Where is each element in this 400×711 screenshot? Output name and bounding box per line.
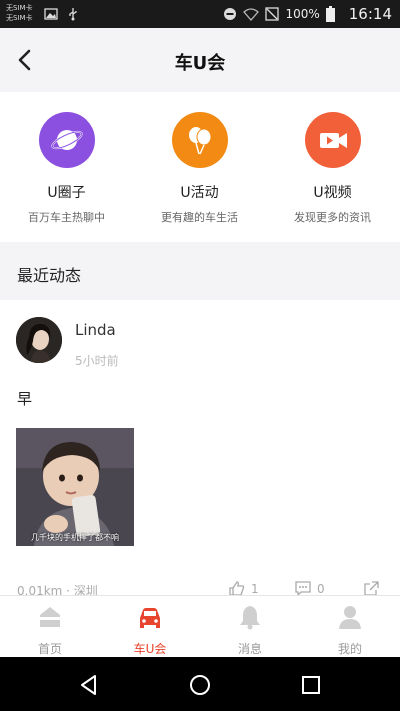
tab-label: 消息 (237, 642, 262, 656)
video-camera-icon (304, 112, 361, 168)
section-header: 最近动态 (0, 242, 400, 300)
image-icon (44, 8, 58, 20)
thumbs-up-icon (229, 581, 245, 595)
post-image[interactable]: 几千块的手机摔了都不响 (16, 428, 134, 546)
avatar[interactable] (16, 317, 62, 363)
feature-title: U视频 (313, 185, 352, 201)
car-icon (140, 608, 160, 628)
no-signal-icon (265, 7, 280, 21)
nav-recents-icon[interactable] (299, 673, 323, 697)
tab-label: 车U会 (133, 642, 167, 656)
comment-icon (295, 581, 311, 595)
feature-desc: 百万车主热聊中 (28, 211, 105, 224)
wifi-icon (243, 8, 260, 21)
feature-title: U圈子 (47, 185, 86, 201)
feature-grid: U圈子 百万车主热聊中 U活动 更有趣的车生活 U视频 发现更多的资讯 (0, 92, 400, 242)
share-button[interactable] (363, 581, 379, 595)
feature-desc: 更有趣的车生活 (161, 211, 238, 224)
post-location: 0.01km · 深圳 (17, 584, 98, 595)
image-caption: 几千块的手机摔了都不响 (31, 533, 119, 542)
like-count: 1 (251, 581, 259, 596)
feature-u-circle[interactable]: U圈子 百万车主热聊中 (0, 112, 133, 225)
user-icon (339, 606, 361, 629)
bell-icon (240, 606, 260, 630)
comment-count: 0 (317, 581, 325, 596)
feature-u-video[interactable]: U视频 发现更多的资讯 (266, 112, 399, 225)
bottom-tab-bar: 首页 车U会 消息 我的 (0, 595, 400, 657)
feed-post[interactable]: Linda 5小时前 早 几千块的手机摔了都不响 0.01km · 深圳 1 0 (0, 300, 400, 595)
comment-button[interactable]: 0 (295, 581, 325, 595)
post-username[interactable]: Linda (75, 321, 116, 339)
feature-desc: 发现更多的资讯 (294, 211, 371, 224)
feature-title: U活动 (180, 185, 219, 201)
sim-status: 无SIM卡 无SIM卡 (6, 3, 33, 23)
like-button[interactable]: 1 (229, 581, 259, 595)
tab-home[interactable]: 首页 (0, 604, 100, 657)
tab-label: 首页 (37, 642, 62, 656)
planet-icon (38, 112, 95, 168)
section-title: 最近动态 (17, 266, 82, 285)
feature-u-activity[interactable]: U活动 更有趣的车生活 (133, 112, 266, 225)
clock: 16:14 (348, 5, 392, 23)
post-text: 早 (17, 390, 33, 408)
system-nav-bar (0, 657, 400, 711)
header: 车U会 (0, 28, 400, 92)
page-title: 车U会 (174, 53, 226, 74)
tab-label: 我的 (337, 642, 362, 656)
usb-icon (69, 8, 77, 21)
share-icon (364, 581, 379, 595)
post-time: 5小时前 (75, 354, 119, 368)
status-bar: 无SIM卡 无SIM卡 100% 16:14 (0, 0, 400, 28)
home-icon (40, 607, 60, 627)
tab-messages[interactable]: 消息 (200, 604, 300, 657)
nav-back-icon[interactable] (77, 673, 101, 697)
tab-car-u-club[interactable]: 车U会 (100, 604, 200, 657)
sim-status-line2: 无SIM卡 (6, 14, 33, 22)
screen: 无SIM卡 无SIM卡 100% 16:14 车U会 U圈子 百万车主热聊中 U… (0, 0, 400, 711)
status-right: 100% 16:14 (223, 4, 392, 24)
battery-percent: 100% (285, 7, 320, 21)
battery-icon (325, 6, 335, 22)
dnd-icon (224, 8, 237, 20)
tab-me[interactable]: 我的 (300, 604, 400, 657)
sim-status-line1: 无SIM卡 (6, 4, 33, 12)
balloon-icon (171, 112, 228, 168)
nav-home-icon[interactable] (188, 673, 212, 697)
